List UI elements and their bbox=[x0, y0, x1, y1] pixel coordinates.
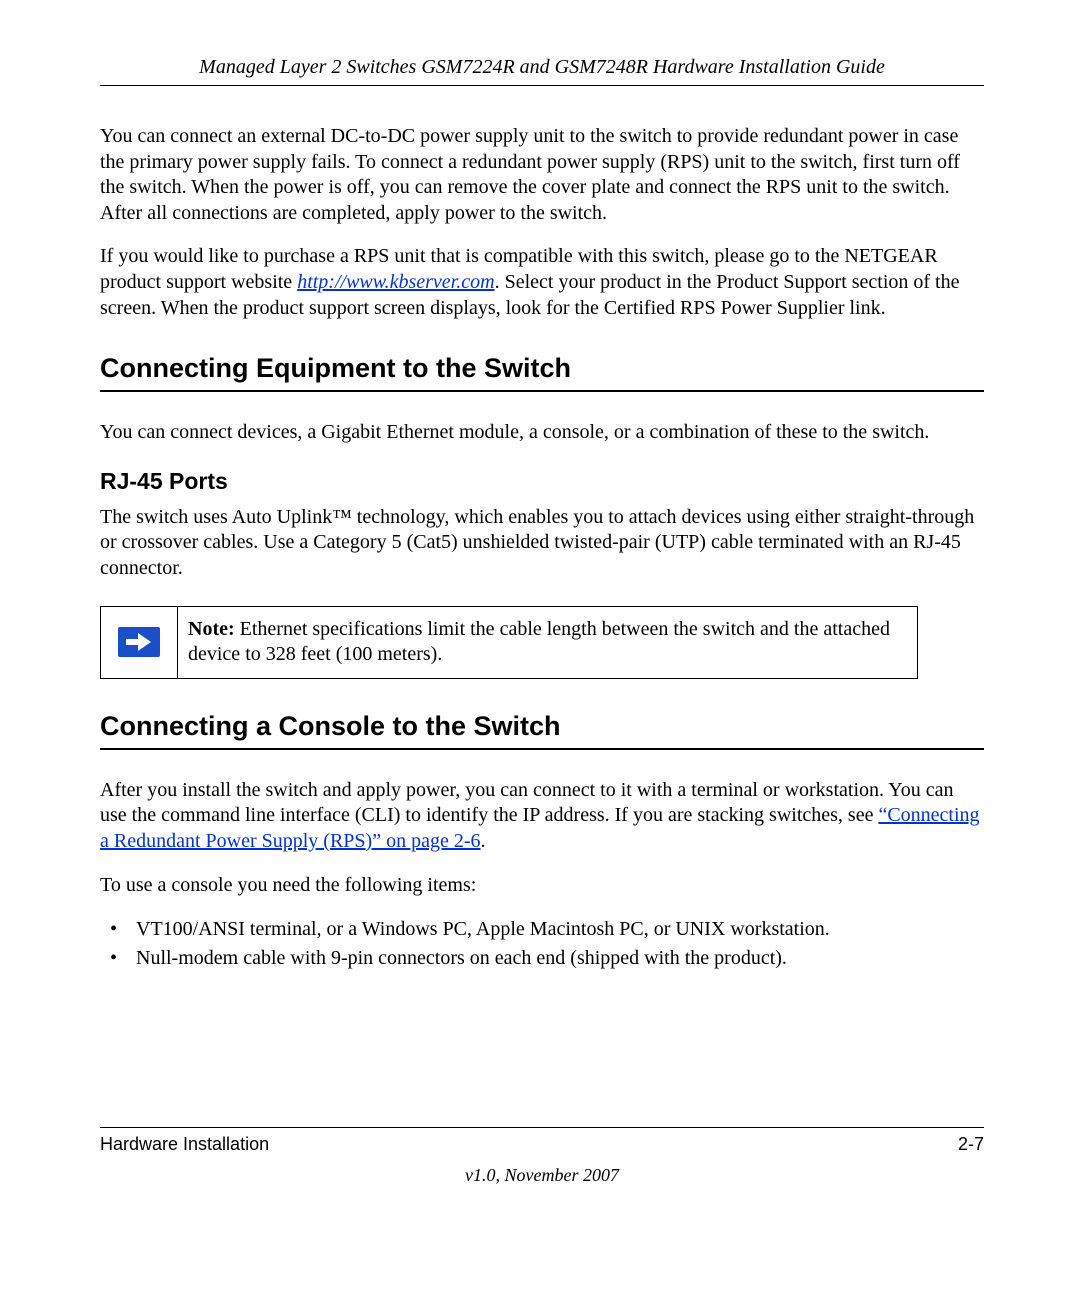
footer-version: v1.0, November 2007 bbox=[100, 1165, 984, 1186]
text-before-xref: After you install the switch and apply p… bbox=[100, 779, 953, 827]
note-text: Note: Ethernet specifications limit the … bbox=[178, 607, 917, 678]
paragraph-rps-intro: You can connect an external DC-to-DC pow… bbox=[100, 124, 984, 226]
arrow-right-icon bbox=[118, 627, 160, 657]
header-rule bbox=[100, 85, 984, 86]
footer-section: Hardware Installation bbox=[100, 1134, 269, 1155]
footer-rule bbox=[100, 1127, 984, 1128]
heading-rj45-ports: RJ-45 Ports bbox=[100, 468, 984, 495]
running-header: Managed Layer 2 Switches GSM7224R and GS… bbox=[100, 56, 984, 79]
paragraph-console-intro: After you install the switch and apply p… bbox=[100, 778, 984, 855]
note-label: Note: bbox=[188, 618, 235, 640]
section-rule bbox=[100, 390, 984, 392]
document-page: Managed Layer 2 Switches GSM7224R and GS… bbox=[0, 0, 1080, 1296]
paragraph-console-items: To use a console you need the following … bbox=[100, 873, 984, 899]
list-item: VT100/ANSI terminal, or a Windows PC, Ap… bbox=[100, 916, 984, 943]
note-box: Note: Ethernet specifications limit the … bbox=[100, 606, 918, 679]
list-item: Null-modem cable with 9-pin connectors o… bbox=[100, 945, 984, 972]
section-rule bbox=[100, 748, 984, 750]
footer-page-number: 2-7 bbox=[958, 1134, 984, 1155]
note-icon-cell bbox=[101, 607, 178, 678]
page-footer: Hardware Installation 2-7 v1.0, November… bbox=[100, 1127, 984, 1186]
text-after-xref: . bbox=[481, 830, 486, 852]
link-kbserver[interactable]: http://www.kbserver.com bbox=[297, 271, 494, 293]
console-items-list: VT100/ANSI terminal, or a Windows PC, Ap… bbox=[100, 916, 984, 972]
paragraph-rps-purchase: If you would like to purchase a RPS unit… bbox=[100, 244, 984, 321]
note-body: Ethernet specifications limit the cable … bbox=[188, 618, 890, 666]
paragraph-auto-uplink: The switch uses Auto Uplink™ technology,… bbox=[100, 505, 984, 582]
heading-connecting-console: Connecting a Console to the Switch bbox=[100, 711, 984, 742]
heading-connecting-equipment: Connecting Equipment to the Switch bbox=[100, 353, 984, 384]
paragraph-connect-devices: You can connect devices, a Gigabit Ether… bbox=[100, 420, 984, 446]
